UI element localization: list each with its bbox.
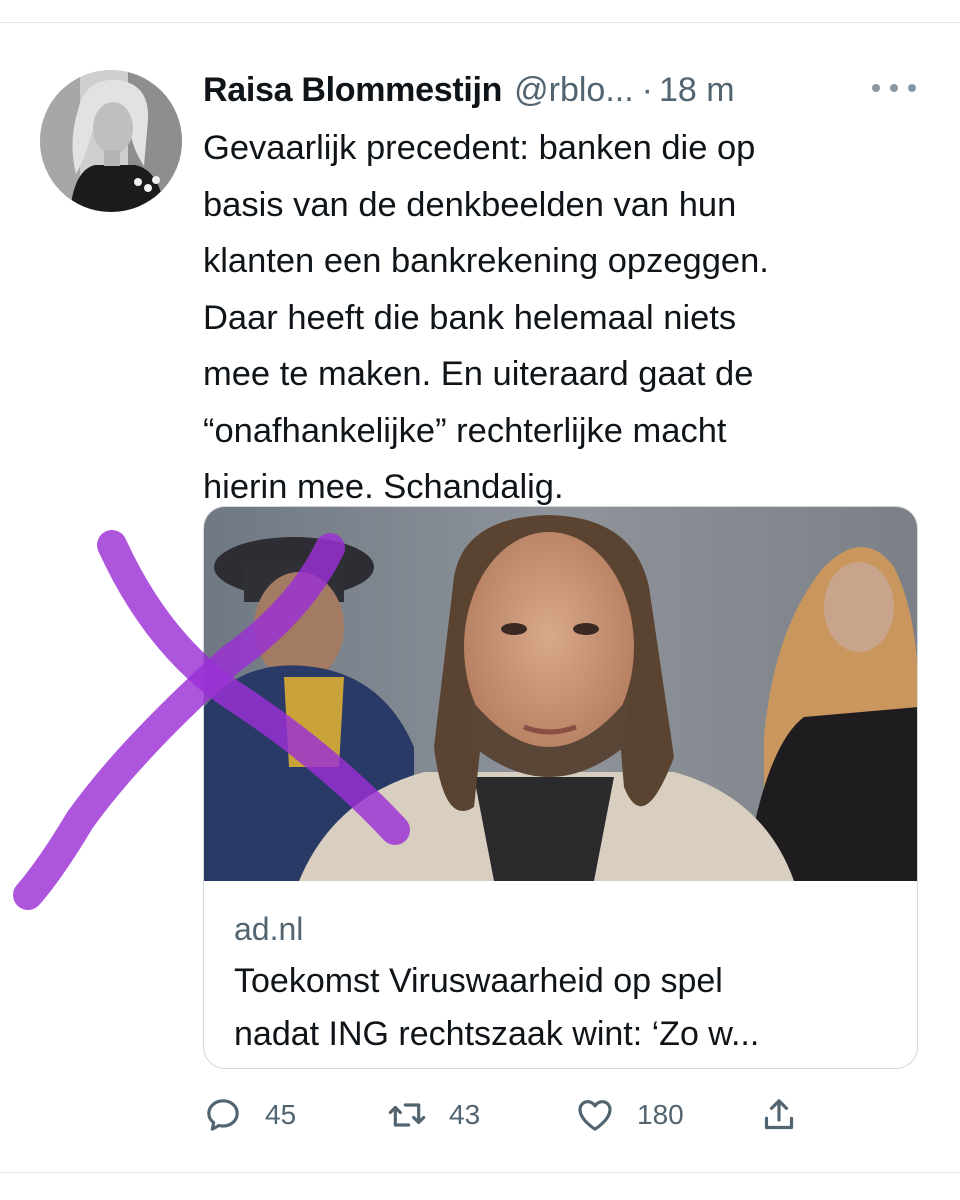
tweet-text-line: Gevaarlijk precedent: banken die op	[203, 129, 756, 167]
tweet-text-line: basis van de denkbeelden van hun	[203, 185, 737, 224]
separator: ·	[641, 70, 653, 109]
card-title-line: nadat ING rechtszaak wint: ‘Zo w...	[234, 1015, 760, 1053]
card-title: Toekomst Viruswaarheid op spel nadat ING…	[234, 955, 894, 1061]
reply-button[interactable]: 45	[203, 1090, 296, 1140]
tweet-header: Raisa Blommestijn @rblo... · 18 m	[203, 66, 735, 114]
tweet-text-line: hierin mee. Schandalig.	[203, 468, 564, 506]
like-count: 180	[637, 1099, 684, 1130]
reply-count: 45	[265, 1099, 297, 1130]
like-button[interactable]: 180	[575, 1090, 684, 1140]
heart-icon	[578, 1100, 612, 1131]
tweet-text: Gevaarlijk precedent: banken die op basi…	[203, 120, 903, 516]
link-preview-card[interactable]: ad.nl Toekomst Viruswaarheid op spel nad…	[203, 506, 918, 1069]
retweet-icon	[388, 1103, 426, 1127]
retweet-count: 43	[449, 1099, 481, 1130]
author-handle[interactable]: @rblo...	[514, 71, 634, 110]
avatar-photo	[40, 70, 182, 212]
share-icon	[764, 1099, 794, 1130]
top-divider	[0, 22, 960, 23]
retweet-button[interactable]: 43	[387, 1090, 480, 1140]
share-button[interactable]	[759, 1090, 799, 1140]
avatar[interactable]	[40, 70, 182, 212]
tweet-text-line: “onafhankelijke” rechterlijke macht	[203, 411, 727, 450]
more-icon[interactable]	[872, 76, 916, 100]
tweet-text-line: mee te maken. En uiteraard gaat de	[203, 355, 754, 393]
tweet-actions: 45 43 180	[203, 1090, 903, 1140]
card-title-line: Toekomst Viruswaarheid op spel	[234, 962, 723, 1000]
reply-icon	[207, 1099, 239, 1131]
tweet-text-line: klanten een bankrekening opzeggen.	[203, 242, 769, 280]
timestamp[interactable]: 18 m	[659, 71, 735, 110]
author-name[interactable]: Raisa Blommestijn	[203, 71, 502, 110]
card-domain: ad.nl	[234, 911, 304, 947]
card-image	[204, 507, 917, 881]
tweet-text-line: Daar heeft die bank helemaal niets	[203, 298, 737, 337]
bottom-divider	[0, 1172, 960, 1173]
